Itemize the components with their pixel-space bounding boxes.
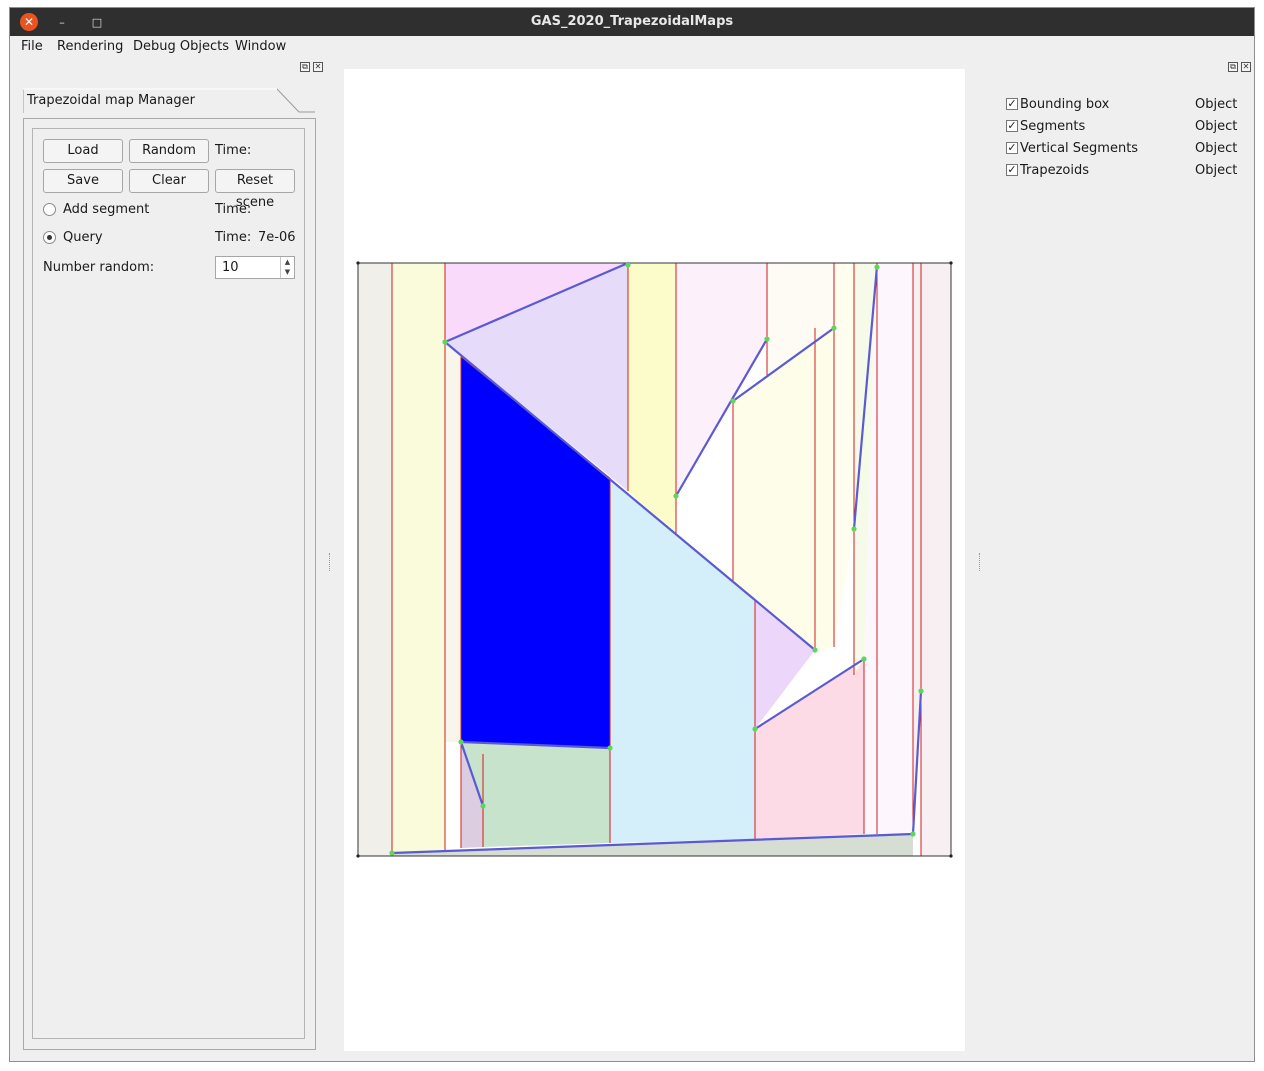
endpoint[interactable]	[764, 336, 770, 342]
right-splitter-handle[interactable]	[979, 553, 981, 571]
add-segment-label[interactable]: Add segment	[63, 202, 149, 217]
title-bar[interactable]: ✕ – □ GAS_2020_TrapezoidalMaps	[10, 8, 1254, 36]
trapezoid[interactable]	[445, 342, 461, 742]
query-label[interactable]: Query	[63, 230, 103, 245]
endpoint[interactable]	[861, 656, 867, 662]
random-button[interactable]: Random	[129, 139, 209, 163]
tab-label: Trapezoidal map Manager	[27, 93, 195, 108]
add-segment-radio[interactable]	[43, 203, 56, 216]
reset-scene-button[interactable]: Reset scene	[215, 169, 295, 210]
left-splitter-handle[interactable]	[329, 553, 331, 571]
bounding-box-corner	[356, 854, 360, 858]
endpoint[interactable]	[874, 264, 880, 270]
trapezoid[interactable]	[358, 263, 392, 856]
endpoint[interactable]	[458, 739, 464, 745]
endpoint[interactable]	[851, 526, 857, 532]
endpoint[interactable]	[673, 493, 679, 499]
object-name: Vertical Segments	[1020, 141, 1139, 156]
object-type: Object	[1195, 119, 1238, 134]
object-row-segments[interactable]: ✓ Segments Object	[1006, 119, 1238, 135]
object-name: Segments	[1020, 119, 1086, 134]
dock-close-icon[interactable]: ✕	[1241, 62, 1251, 72]
endpoint[interactable]	[918, 688, 924, 694]
endpoint[interactable]	[910, 831, 916, 837]
endpoint[interactable]	[442, 339, 448, 345]
object-type: Object	[1195, 141, 1238, 156]
endpoint[interactable]	[607, 745, 613, 751]
bounding-box-checkbox[interactable]: ✓	[1006, 98, 1018, 110]
object-name: Trapezoids	[1020, 163, 1090, 178]
object-name: Bounding box	[1020, 97, 1110, 112]
menu-debug-objects[interactable]: Debug Objects	[133, 39, 229, 54]
object-row-bounding-box[interactable]: ✓ Bounding box Object	[1006, 97, 1238, 113]
bounding-box-corner	[949, 261, 953, 265]
object-type: Object	[1195, 163, 1238, 178]
query-radio[interactable]	[43, 231, 56, 244]
spinbox-arrows[interactable]: ▲ ▼	[280, 257, 294, 278]
menu-bar: File Rendering Debug Objects Window	[10, 36, 1254, 58]
endpoint[interactable]	[812, 647, 818, 653]
trapezoidal-map-svg[interactable]	[344, 69, 965, 1051]
trapezoid[interactable]	[913, 263, 951, 856]
number-random-spinbox[interactable]: 10 ▲ ▼	[215, 256, 295, 279]
trapezoid[interactable]	[834, 263, 854, 647]
number-random-label: Number random:	[43, 260, 155, 275]
segments-checkbox[interactable]: ✓	[1006, 120, 1018, 132]
endpoint[interactable]	[730, 398, 736, 404]
save-button[interactable]: Save	[43, 169, 123, 193]
spin-up-icon[interactable]: ▲	[281, 257, 294, 267]
clear-button[interactable]: Clear	[129, 169, 209, 193]
object-row-vertical-segments[interactable]: ✓ Vertical Segments Object	[1006, 141, 1238, 157]
spin-down-icon[interactable]: ▼	[281, 267, 294, 277]
menu-file[interactable]: File	[21, 39, 43, 54]
number-random-value: 10	[222, 260, 239, 275]
time-label: Time:	[215, 143, 252, 158]
time-label: Time:	[215, 230, 252, 245]
trapezoids-checkbox[interactable]: ✓	[1006, 164, 1018, 176]
endpoint[interactable]	[480, 803, 486, 809]
trapezoid[interactable]	[628, 263, 676, 534]
bounding-box-corner	[356, 261, 360, 265]
drawing-canvas[interactable]	[344, 69, 965, 1051]
query-time-value: 7e-06	[258, 230, 296, 245]
tab-trapezoidal-map-manager[interactable]: Trapezoidal map Manager	[23, 88, 315, 113]
endpoint[interactable]	[752, 726, 758, 732]
menu-rendering[interactable]: Rendering	[57, 39, 123, 54]
object-type: Object	[1195, 97, 1238, 112]
dock-float-icon[interactable]: ⧉	[300, 62, 310, 72]
endpoint[interactable]	[389, 850, 395, 856]
menu-window[interactable]: Window	[235, 39, 286, 54]
endpoint[interactable]	[831, 325, 837, 331]
dock-close-icon[interactable]: ✕	[313, 62, 323, 72]
time-label: Time:	[215, 202, 252, 217]
bounding-box-corner	[949, 854, 953, 858]
dock-float-icon[interactable]: ⧉	[1228, 62, 1238, 72]
window-title: GAS_2020_TrapezoidalMaps	[530, 14, 734, 29]
load-button[interactable]: Load	[43, 139, 123, 163]
vertical-segments-checkbox[interactable]: ✓	[1006, 142, 1018, 154]
app-window: ✕ – □ GAS_2020_TrapezoidalMaps File Rend…	[9, 7, 1255, 1062]
trapezoid[interactable]	[392, 263, 445, 853]
object-row-trapezoids[interactable]: ✓ Trapezoids Object	[1006, 163, 1238, 179]
endpoint[interactable]	[625, 262, 631, 268]
